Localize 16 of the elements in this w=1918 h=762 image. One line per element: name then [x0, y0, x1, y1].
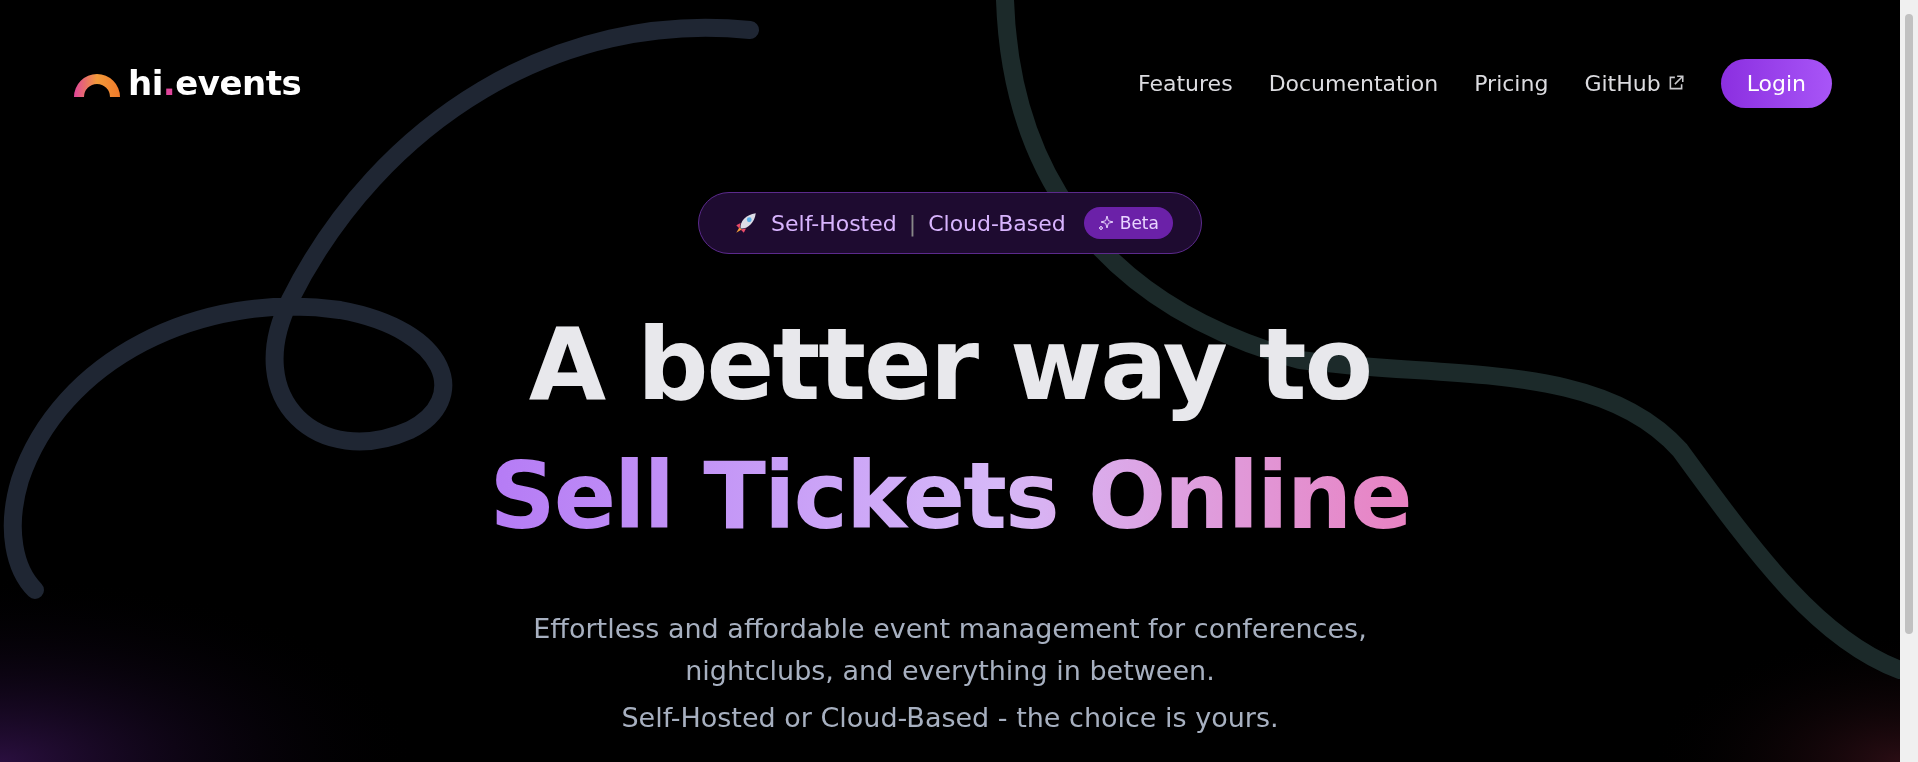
- logo-text[interactable]: hi.events: [128, 63, 302, 103]
- scrollbar-thumb[interactable]: [1905, 14, 1913, 634]
- nav-link[interactable]: Documentation: [1268, 70, 1439, 96]
- badge-text: Self-Hosted: [771, 210, 897, 236]
- badge-text: Cloud-Based: [928, 210, 1066, 236]
- login-button[interactable]: Login: [1720, 58, 1832, 108]
- tagline: Self-Hosted or Cloud-Based - the choice is yours.: [621, 702, 1279, 733]
- description: Effortless and affordable event management for conferences, nightclubs, and everything in between.: [532, 612, 1368, 688]
- headline: A better way to: [528, 306, 1372, 424]
- separator: |: [908, 210, 917, 236]
- nav-link[interactable]: Pricing: [1474, 70, 1549, 96]
- sparkles-icon: [1097, 215, 1114, 231]
- scrollbar[interactable]: [1900, 0, 1918, 762]
- beta-label: Beta: [1119, 213, 1159, 233]
- nav-link[interactable]: GitHub: [1584, 70, 1685, 96]
- nav-link[interactable]: Features: [1138, 70, 1233, 96]
